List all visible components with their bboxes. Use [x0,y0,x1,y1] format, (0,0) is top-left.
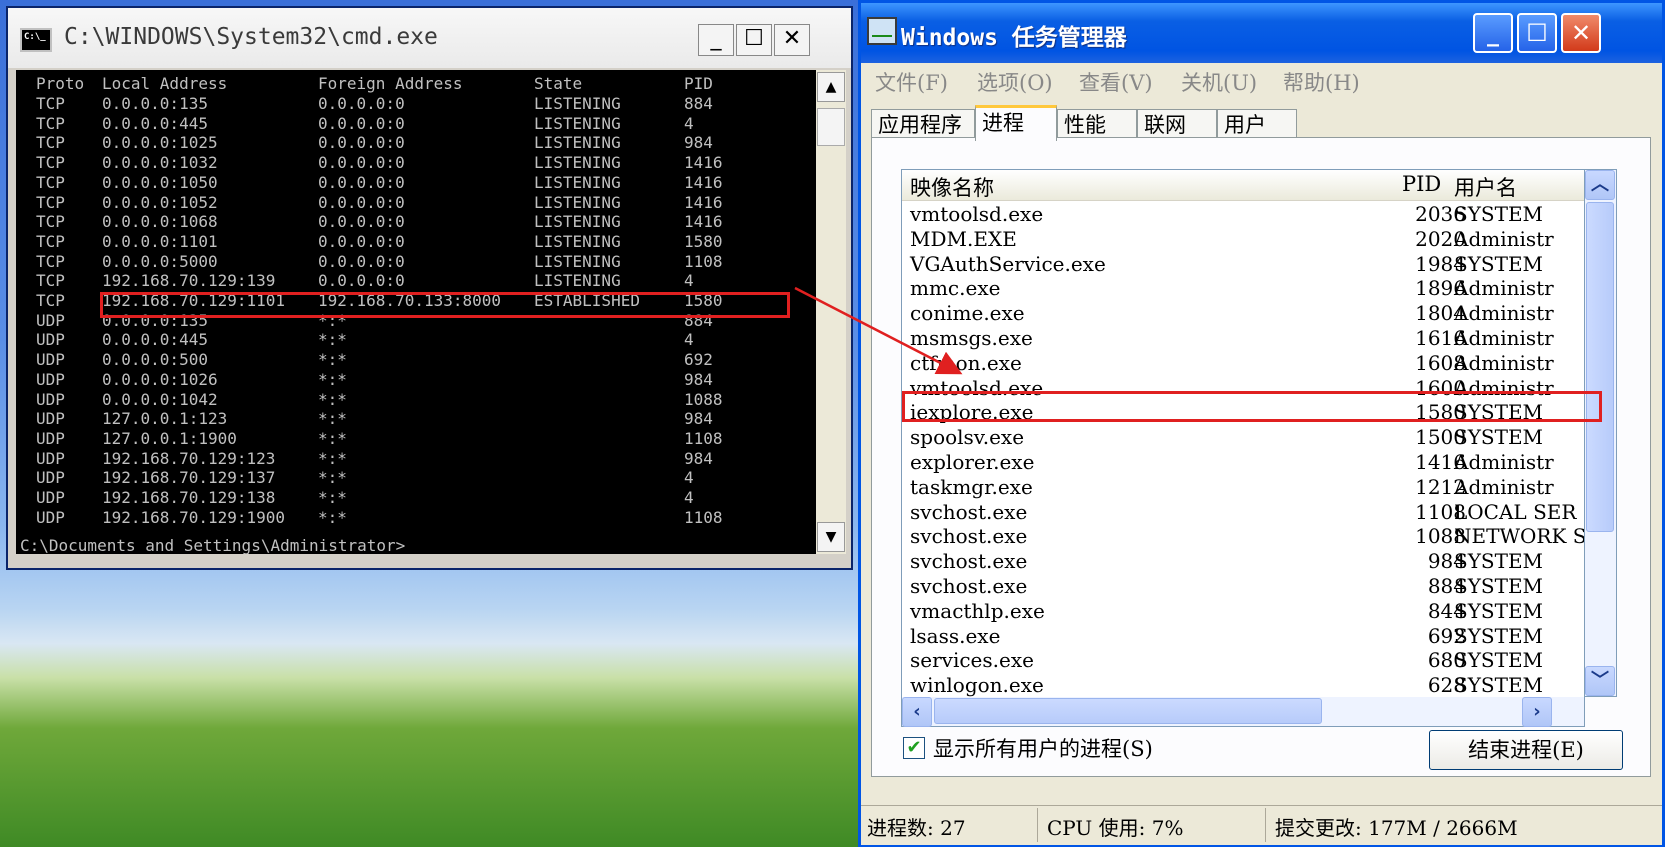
annotation-arrow [794,286,963,375]
tab-processes[interactable]: 进程 [975,105,1057,141]
